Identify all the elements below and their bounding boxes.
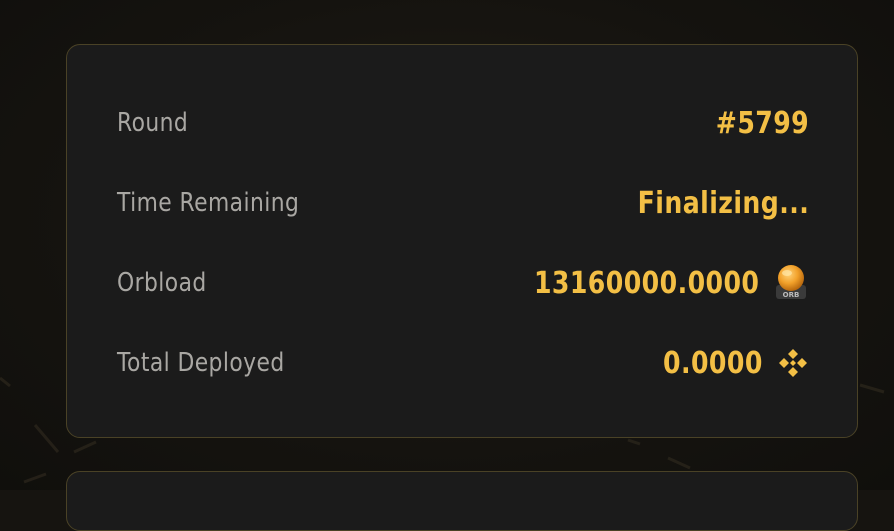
orbload-value: 13160000.0000 <box>533 265 759 301</box>
orbload-label: Orbload <box>117 268 207 298</box>
round-value-group: #5799 <box>698 106 809 141</box>
bnb-icon <box>779 349 807 377</box>
time-remaining-label: Time Remaining <box>117 188 300 218</box>
time-remaining-value: Finalizing... <box>637 185 809 221</box>
orb-token-icon: ORB <box>776 265 806 299</box>
time-remaining-row: Time Remaining Finalizing... <box>117 183 809 223</box>
round-row: Round #5799 <box>117 103 809 143</box>
orbload-value-group: 13160000.0000 ORB <box>491 263 809 303</box>
time-remaining-value-group: Finalizing... <box>605 186 809 221</box>
orbload-row: Orbload 13160000.0000 ORB <box>117 263 809 303</box>
round-stats-card: Round #5799 Time Remaining Finalizing...… <box>66 44 858 438</box>
secondary-card <box>66 471 858 531</box>
round-number: #5799 <box>715 105 809 141</box>
total-deployed-value-group: 0.0000 <box>644 346 809 381</box>
round-label: Round <box>117 108 189 138</box>
orb-icon-text: ORB <box>783 291 800 299</box>
total-deployed-label: Total Deployed <box>117 348 285 378</box>
total-deployed-row: Total Deployed 0.0000 <box>117 343 809 383</box>
total-deployed-value: 0.0000 <box>663 345 763 381</box>
